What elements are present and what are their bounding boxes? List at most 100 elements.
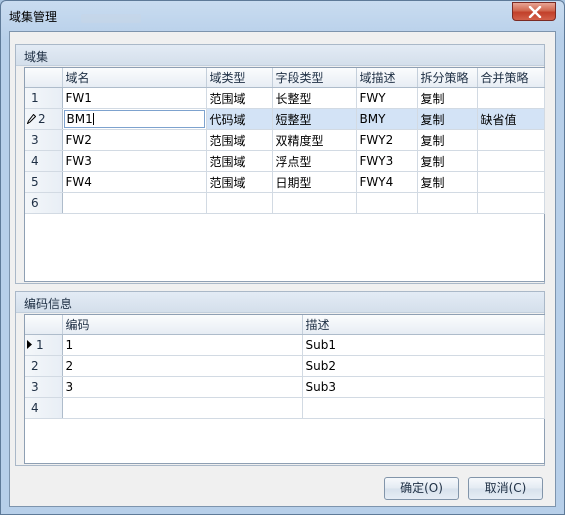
domain-group-header: 域集 [16,45,544,66]
cell-description[interactable] [302,397,545,419]
cell-name[interactable] [62,192,207,214]
table-row-new[interactable]: 4 [25,397,545,419]
cell-desc[interactable] [356,192,418,214]
cell-merge[interactable] [477,192,545,214]
cell-merge[interactable] [477,171,545,193]
close-button[interactable] [512,2,556,21]
cell-split[interactable]: 复制 [417,171,478,193]
row-header[interactable]: 4 [25,150,63,172]
cell-code[interactable]: 1 [62,334,303,356]
cell-code[interactable]: 3 [62,376,303,398]
row-header[interactable]: 2 [25,355,63,377]
cell-type[interactable]: 范围域 [206,150,273,172]
code-info-group: 编码信息 编码 描述 1 1 Sub1 2 2 Sub2 3 3 Sub3 4 [15,291,545,466]
row-number: 2 [38,112,46,126]
title-bar[interactable]: 域集管理 [1,1,564,31]
domain-group: 域集 域名 域类型 字段类型 域描述 拆分策略 合并策略 1 FW1 范围域 长… [15,44,545,284]
cell-merge[interactable] [477,150,545,172]
table-row[interactable]: 3 FW2 范围域 双精度型 FWY2 复制 [25,129,545,151]
row-header[interactable]: 6 [25,192,63,214]
cell-code[interactable]: 2 [62,355,303,377]
column-header-type[interactable]: 域类型 [206,68,273,88]
code-table: 编码 描述 1 1 Sub1 2 2 Sub2 3 3 Sub3 4 [25,315,545,419]
table-row[interactable]: 4 FW3 范围域 浮点型 FWY3 复制 [25,150,545,172]
domain-header-row: 域名 域类型 字段类型 域描述 拆分策略 合并策略 [25,68,545,88]
corner-cell [25,315,63,335]
cell-merge[interactable] [477,129,545,151]
row-number: 1 [36,338,44,352]
table-row-selected[interactable]: 2 BM1 代码域 短整型 BMY 复制 缺省值 [25,108,545,130]
name-edit-field[interactable]: BM1 [63,110,205,128]
cell-split[interactable]: 复制 [417,108,478,130]
code-group-header: 编码信息 [16,292,544,313]
row-pointer-icon [27,340,33,352]
cell-desc[interactable]: BMY [356,108,418,130]
cell-field-type[interactable]: 长整型 [272,87,357,109]
row-header[interactable]: 3 [25,376,63,398]
cell-name[interactable]: FW4 [62,171,207,193]
row-header[interactable]: 5 [25,171,63,193]
code-group-title: 编码信息 [24,297,73,311]
row-header[interactable]: 3 [25,129,63,151]
table-row[interactable]: 3 3 Sub3 [25,376,545,398]
title-bar-ghost-text [81,14,141,23]
cell-field-type[interactable]: 双精度型 [272,129,357,151]
cell-split[interactable] [417,192,478,214]
row-header[interactable]: 1 [25,87,63,109]
cell-desc[interactable]: FWY [356,87,418,109]
cell-description[interactable]: Sub1 [302,334,545,356]
row-header[interactable]: 2 [25,108,63,130]
cell-type[interactable]: 代码域 [206,108,273,130]
cell-type[interactable] [206,192,273,214]
table-row-new[interactable]: 6 [25,192,545,214]
cell-field-type[interactable]: 日期型 [272,171,357,193]
cell-split[interactable]: 复制 [417,87,478,109]
cell-description[interactable]: Sub3 [302,376,545,398]
cell-merge[interactable]: 缺省值 [477,108,545,130]
cell-type[interactable]: 范围域 [206,171,273,193]
column-header-description[interactable]: 描述 [302,315,545,335]
ok-button[interactable]: 确定(O) [384,477,459,500]
cell-name[interactable]: FW2 [62,129,207,151]
cell-name[interactable]: FW1 [62,87,207,109]
cell-name[interactable]: FW3 [62,150,207,172]
cell-split[interactable]: 复制 [417,150,478,172]
window-title: 域集管理 [9,10,58,24]
corner-cell [25,68,63,88]
cell-field-type[interactable]: 短整型 [272,108,357,130]
cell-desc[interactable]: FWY3 [356,150,418,172]
column-header-merge[interactable]: 合并策略 [477,68,545,88]
cell-description[interactable]: Sub2 [302,355,545,377]
code-grid[interactable]: 编码 描述 1 1 Sub1 2 2 Sub2 3 3 Sub3 4 [24,314,545,464]
cell-field-type[interactable]: 浮点型 [272,150,357,172]
column-header-field-type[interactable]: 字段类型 [272,68,357,88]
row-header[interactable]: 4 [25,397,63,419]
table-row[interactable]: 5 FW4 范围域 日期型 FWY4 复制 [25,171,545,193]
column-header-code[interactable]: 编码 [62,315,303,335]
cell-desc[interactable]: FWY2 [356,129,418,151]
table-row[interactable]: 2 2 Sub2 [25,355,545,377]
name-edit-value: BM1 [66,112,93,126]
cancel-button[interactable]: 取消(C) [468,477,543,500]
domain-group-title: 域集 [24,50,49,64]
dialog-client-area: 域集 域名 域类型 字段类型 域描述 拆分策略 合并策略 1 FW1 范围域 长… [9,31,556,507]
column-header-split[interactable]: 拆分策略 [417,68,478,88]
dialog-window: 域集管理 域集 域名 域类型 字段类型 域描述 拆分策略 合并策略 1 FW1 … [0,0,565,515]
code-header-row: 编码 描述 [25,315,545,335]
cell-type[interactable]: 范围域 [206,129,273,151]
cell-code[interactable] [62,397,303,419]
table-row-current[interactable]: 1 1 Sub1 [25,334,545,356]
cell-name-editor[interactable]: BM1 [62,108,207,130]
pencil-icon [26,113,37,127]
cell-type[interactable]: 范围域 [206,87,273,109]
row-header[interactable]: 1 [25,334,63,356]
cell-field-type[interactable] [272,192,357,214]
cell-merge[interactable] [477,87,545,109]
column-header-name[interactable]: 域名 [62,68,207,88]
domain-table: 域名 域类型 字段类型 域描述 拆分策略 合并策略 1 FW1 范围域 长整型 … [25,68,545,214]
domain-grid[interactable]: 域名 域类型 字段类型 域描述 拆分策略 合并策略 1 FW1 范围域 长整型 … [24,67,545,282]
column-header-desc[interactable]: 域描述 [356,68,418,88]
cell-desc[interactable]: FWY4 [356,171,418,193]
cell-split[interactable]: 复制 [417,129,478,151]
table-row[interactable]: 1 FW1 范围域 长整型 FWY 复制 [25,87,545,109]
